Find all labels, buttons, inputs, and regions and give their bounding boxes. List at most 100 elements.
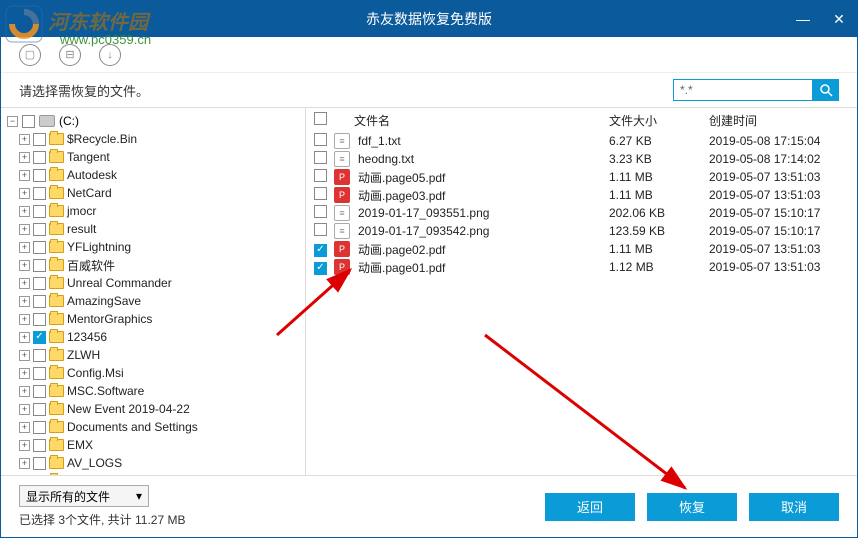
tree-node[interactable]: + Autodesk <box>7 166 305 184</box>
tree-node[interactable]: +jmocr <box>7 202 305 220</box>
tree-node[interactable]: +Unreal Commander <box>7 274 305 292</box>
close-button[interactable]: ✕ <box>821 1 857 37</box>
file-checkbox[interactable] <box>314 151 327 164</box>
tree-checkbox[interactable] <box>33 223 46 236</box>
expand-icon[interactable]: + <box>19 134 30 145</box>
tree-node-label: Tangent <box>67 150 110 164</box>
expand-icon[interactable]: + <box>19 170 30 181</box>
expand-icon[interactable]: − <box>7 116 18 127</box>
file-date: 2019-05-08 17:15:04 <box>709 134 849 148</box>
expand-icon[interactable]: + <box>19 386 30 397</box>
file-checkbox[interactable] <box>314 223 327 236</box>
file-row[interactable]: P动画.page05.pdf1.11 MB2019-05-07 13:51:03 <box>306 168 857 186</box>
file-row[interactable]: P动画.page03.pdf1.11 MB2019-05-07 13:51:03 <box>306 186 857 204</box>
tree-node[interactable]: +Documents and Settings <box>7 418 305 436</box>
expand-icon[interactable]: + <box>19 458 30 469</box>
expand-icon[interactable]: + <box>19 422 30 433</box>
expand-icon[interactable]: + <box>19 314 30 325</box>
tree-node[interactable]: +✓123456 <box>7 328 305 346</box>
tree-checkbox[interactable] <box>33 277 46 290</box>
file-row[interactable]: ≡heodng.txt3.23 KB2019-05-08 17:14:02 <box>306 150 857 168</box>
expand-icon[interactable]: + <box>19 368 30 379</box>
file-checkbox[interactable]: ✓ <box>314 262 327 275</box>
tree-node[interactable]: +MentorGraphics <box>7 310 305 328</box>
file-checkbox[interactable]: ✓ <box>314 244 327 257</box>
tree-checkbox[interactable] <box>33 205 46 218</box>
expand-icon[interactable]: + <box>19 224 30 235</box>
column-size[interactable]: 文件大小 <box>609 112 709 129</box>
minimize-button[interactable]: — <box>785 1 821 37</box>
search-button[interactable] <box>813 79 839 101</box>
tree-checkbox[interactable] <box>33 349 46 362</box>
expand-icon[interactable]: + <box>19 404 30 415</box>
toolbar-disk-icon[interactable]: ⊟ <box>59 44 81 66</box>
tree-checkbox[interactable] <box>33 367 46 380</box>
tree-checkbox[interactable] <box>33 133 46 146</box>
file-checkbox[interactable] <box>314 187 327 200</box>
select-all-checkbox[interactable] <box>314 112 327 125</box>
tree-node[interactable]: +EMX <box>7 436 305 454</box>
expand-icon[interactable]: + <box>19 242 30 253</box>
folder-tree[interactable]: − (C:) +$Recycle.Bin+Tangent+Autodesk+Ne… <box>1 108 306 475</box>
png-file-icon: ≡ <box>334 223 350 239</box>
tree-node[interactable]: + AmazingSave <box>7 292 305 310</box>
tree-checkbox[interactable] <box>33 151 46 164</box>
tree-checkbox[interactable] <box>33 457 46 470</box>
file-checkbox[interactable] <box>314 205 327 218</box>
toolbar: ▢ ⊟ ↓ <box>1 37 857 73</box>
tree-node[interactable]: +AV_LOGS <box>7 454 305 472</box>
filter-dropdown[interactable]: 显示所有的文件 ▾ <box>19 485 149 507</box>
expand-icon[interactable]: + <box>19 332 30 343</box>
toolbar-folder-icon[interactable]: ▢ <box>19 44 41 66</box>
drive-header[interactable]: − (C:) <box>7 112 305 130</box>
tree-node[interactable]: +MSC.Software <box>7 382 305 400</box>
tree-node[interactable]: +NetCard <box>7 184 305 202</box>
tree-checkbox[interactable] <box>33 169 46 182</box>
search-input[interactable] <box>673 79 813 101</box>
folder-icon <box>49 187 64 199</box>
tree-node[interactable]: +result <box>7 220 305 238</box>
file-checkbox[interactable] <box>314 169 327 182</box>
drive-checkbox[interactable] <box>22 115 35 128</box>
tree-checkbox[interactable] <box>33 403 46 416</box>
file-row[interactable]: ✓P动画.page02.pdf1.11 MB2019-05-07 13:51:0… <box>306 240 857 258</box>
tree-checkbox[interactable]: ✓ <box>33 331 46 344</box>
expand-icon[interactable]: + <box>19 350 30 361</box>
tree-checkbox[interactable] <box>33 421 46 434</box>
tree-node[interactable]: +百威软件 <box>7 256 305 274</box>
tree-checkbox[interactable] <box>33 313 46 326</box>
tree-checkbox[interactable] <box>33 259 46 272</box>
expand-icon[interactable]: + <box>19 278 30 289</box>
expand-icon[interactable]: + <box>19 260 30 271</box>
tree-node-label: Autodesk <box>67 168 117 182</box>
toolbar-refresh-icon[interactable]: ↓ <box>99 44 121 66</box>
column-date[interactable]: 创建时间 <box>709 112 849 129</box>
tree-checkbox[interactable] <box>33 241 46 254</box>
tree-node-label: AmazingSave <box>67 294 141 308</box>
expand-icon[interactable]: + <box>19 152 30 163</box>
folder-icon <box>49 223 64 235</box>
file-row[interactable]: ≡2019-01-17_093542.png123.59 KB2019-05-0… <box>306 222 857 240</box>
file-row[interactable]: ✓P动画.page01.pdf1.12 MB2019-05-07 13:51:0… <box>306 258 857 276</box>
tree-node[interactable]: +Config.Msi <box>7 364 305 382</box>
expand-icon[interactable]: + <box>19 188 30 199</box>
tree-node[interactable]: +YFLightning <box>7 238 305 256</box>
column-name[interactable]: 文件名 <box>354 112 609 129</box>
tree-node[interactable]: + Tangent <box>7 148 305 166</box>
tree-node[interactable]: +ZLWH <box>7 346 305 364</box>
file-row[interactable]: ≡fdf_1.txt6.27 KB2019-05-08 17:15:04 <box>306 132 857 150</box>
expand-icon[interactable]: + <box>19 440 30 451</box>
tree-node[interactable]: +$Recycle.Bin <box>7 130 305 148</box>
file-checkbox[interactable] <box>314 133 327 146</box>
cancel-button[interactable]: 取消 <box>749 493 839 521</box>
tree-checkbox[interactable] <box>33 295 46 308</box>
tree-node[interactable]: +New Event 2019-04-22 <box>7 400 305 418</box>
tree-checkbox[interactable] <box>33 385 46 398</box>
file-row[interactable]: ≡2019-01-17_093551.png202.06 KB2019-05-0… <box>306 204 857 222</box>
back-button[interactable]: 返回 <box>545 493 635 521</box>
recover-button[interactable]: 恢复 <box>647 493 737 521</box>
tree-checkbox[interactable] <box>33 187 46 200</box>
tree-checkbox[interactable] <box>33 439 46 452</box>
expand-icon[interactable]: + <box>19 206 30 217</box>
expand-icon[interactable]: + <box>19 296 30 307</box>
